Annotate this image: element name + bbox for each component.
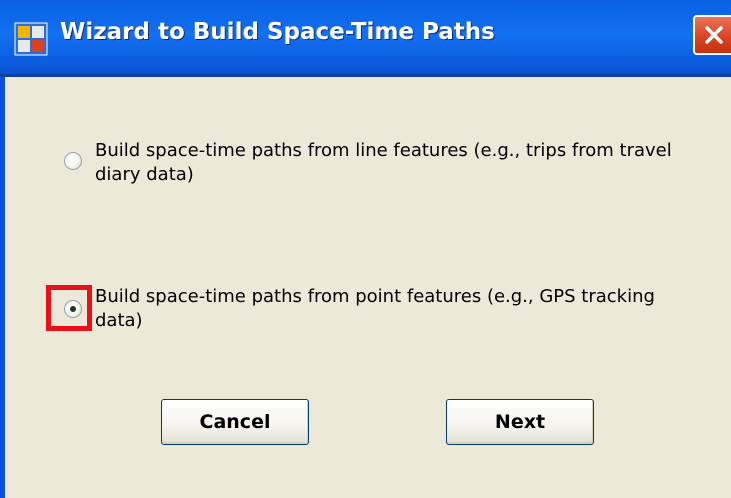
next-button[interactable]: Next	[446, 399, 594, 445]
selection-highlight-box	[46, 285, 92, 331]
option-point-features-label: Build space-time paths from point featur…	[95, 286, 655, 331]
option-line-features[interactable]: Build space-time paths from line feature…	[63, 139, 672, 195]
close-button[interactable]	[693, 15, 731, 55]
app-window-icon	[14, 22, 48, 56]
title-bar[interactable]: Wizard to Build Space-Time Paths	[0, 0, 731, 77]
window-title: Wizard to Build Space-Time Paths	[60, 19, 495, 45]
cancel-button[interactable]: Cancel	[161, 399, 309, 445]
radio-line-features[interactable]	[64, 152, 82, 170]
option-line-features-label: Build space-time paths from line feature…	[95, 140, 672, 185]
option-point-features[interactable]: Build space-time paths from point featur…	[63, 285, 663, 341]
wizard-client-area: Build space-time paths from line feature…	[5, 77, 731, 498]
close-icon	[705, 26, 723, 44]
